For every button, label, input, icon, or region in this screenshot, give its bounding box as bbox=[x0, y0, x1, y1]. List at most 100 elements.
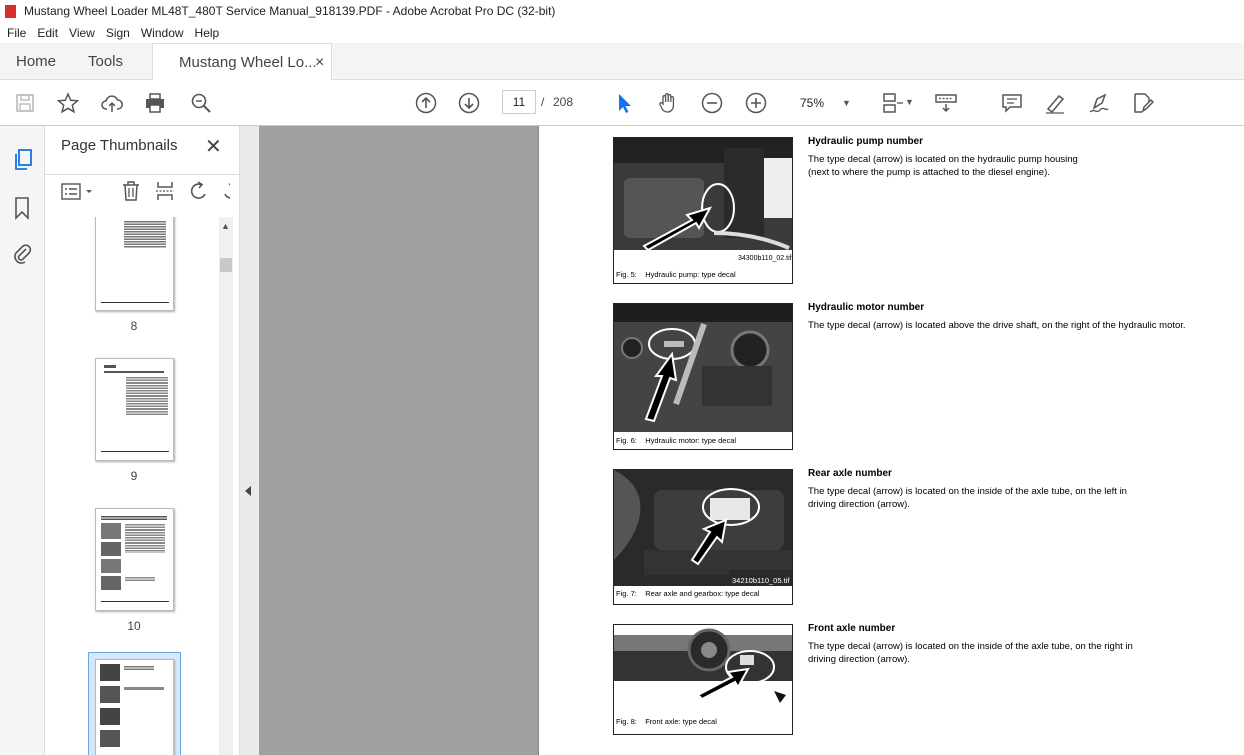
page-display-button[interactable] bbox=[880, 91, 904, 115]
figure-caption: Fig. 7: Rear axle and gearbox: type deca… bbox=[616, 589, 759, 598]
save-button[interactable] bbox=[13, 91, 37, 115]
pdf-page: 34300b110_02.tif Fig. 5: Hydraulic pump:… bbox=[538, 126, 1244, 755]
section-hydraulic-motor: Hydraulic motor number The type decal (a… bbox=[808, 301, 1238, 332]
thumbnail-figure bbox=[100, 664, 120, 681]
bookmark-star-button[interactable] bbox=[56, 91, 80, 115]
delete-pages-button[interactable] bbox=[121, 180, 141, 207]
insert-page-icon bbox=[156, 182, 174, 200]
figure-7: 34210b110_05.tif Fig. 7: Rear axle and g… bbox=[613, 469, 793, 605]
section-heading: Front axle number bbox=[808, 623, 896, 634]
previous-page-button[interactable] bbox=[414, 91, 438, 115]
scrollbar-thumb[interactable] bbox=[220, 258, 232, 272]
page-thumbnails-tool-button[interactable] bbox=[12, 148, 34, 177]
sign-button[interactable] bbox=[1087, 91, 1111, 115]
thumbnail-footer-line bbox=[101, 451, 169, 452]
thumbnail-options-button[interactable] bbox=[61, 182, 95, 207]
zoom-out-button[interactable] bbox=[700, 91, 724, 115]
thumbnail-page[interactable] bbox=[95, 217, 174, 311]
thumbnail-heading bbox=[101, 515, 167, 520]
menu-file[interactable]: File bbox=[0, 26, 30, 40]
arrow-down-circle-icon bbox=[458, 92, 480, 114]
star-icon bbox=[57, 92, 79, 114]
figure-number: Fig. 7: bbox=[616, 589, 637, 598]
options-list-icon bbox=[61, 183, 92, 200]
thumbnail-figure bbox=[100, 730, 120, 747]
hand-tool-button[interactable] bbox=[656, 91, 680, 115]
window-title: Mustang Wheel Loader ML48T_480T Service … bbox=[24, 4, 556, 18]
printer-icon bbox=[146, 93, 164, 113]
arrow-up-circle-icon bbox=[415, 92, 437, 114]
cursor-arrow-icon bbox=[619, 94, 631, 113]
tab-home[interactable]: Home bbox=[16, 43, 56, 80]
collapse-panel-icon[interactable] bbox=[245, 486, 251, 496]
thumbnail-heading bbox=[104, 371, 164, 373]
thumbnail-selection[interactable] bbox=[88, 652, 181, 755]
title-bar: Mustang Wheel Loader ML48T_480T Service … bbox=[0, 0, 1244, 22]
figure-caption-text: Front axle: type decal bbox=[645, 717, 717, 726]
thumbnails-scrollbar[interactable]: ▲ bbox=[219, 217, 233, 755]
edit-document-icon bbox=[1134, 93, 1154, 113]
page-separator: / bbox=[541, 95, 545, 109]
comment-button[interactable] bbox=[1000, 91, 1024, 115]
section-heading: Rear axle number bbox=[808, 468, 892, 479]
section-text-line: The type decal (arrow) is located on the… bbox=[808, 485, 1127, 497]
left-navigation-rail bbox=[0, 126, 45, 755]
menu-help[interactable]: Help bbox=[188, 26, 224, 40]
thumbnail-page[interactable] bbox=[95, 508, 174, 611]
thumbnail-label: 9 bbox=[130, 469, 138, 483]
rotate-clockwise-button[interactable] bbox=[220, 180, 230, 207]
front-axle-photo bbox=[614, 625, 792, 713]
minus-circle-icon bbox=[701, 92, 723, 114]
print-button[interactable] bbox=[143, 91, 167, 115]
menu-sign[interactable]: Sign bbox=[99, 26, 134, 40]
find-button[interactable] bbox=[189, 91, 213, 115]
attachments-tool-button[interactable] bbox=[12, 240, 32, 271]
magnifier-icon bbox=[191, 93, 211, 113]
chevron-down-icon[interactable]: ▼ bbox=[905, 97, 914, 107]
insert-pages-button[interactable] bbox=[154, 180, 176, 207]
figure-number: Fig. 6: bbox=[616, 436, 637, 445]
page-number-input[interactable]: 11 bbox=[502, 90, 536, 114]
toolbar: 75% ▼ ▼ bbox=[0, 80, 1244, 126]
menu-window[interactable]: Window bbox=[134, 26, 188, 40]
section-rear-axle: Rear axle number The type decal (arrow) … bbox=[808, 467, 1238, 512]
tab-tools[interactable]: Tools bbox=[88, 43, 123, 80]
thumbnail-heading bbox=[104, 365, 116, 368]
keyboard-tools-button[interactable] bbox=[934, 91, 958, 115]
menu-bar: File Edit View Sign Window Help bbox=[0, 22, 1244, 43]
tab-document-label: Mustang Wheel Lo... bbox=[179, 54, 317, 71]
rotate-clockwise-icon bbox=[224, 183, 230, 199]
next-page-button[interactable] bbox=[457, 91, 481, 115]
panel-close-button[interactable]: ✕ bbox=[205, 134, 222, 159]
comment-icon bbox=[1002, 94, 1022, 113]
hand-icon bbox=[659, 93, 675, 113]
rotate-pages-button[interactable] bbox=[188, 180, 210, 207]
zoom-dropdown[interactable]: 75% ▼ bbox=[790, 90, 860, 116]
thumbnail-text-block bbox=[126, 376, 168, 416]
zoom-in-button[interactable] bbox=[744, 91, 768, 115]
thumbnail-page[interactable] bbox=[95, 358, 174, 461]
pages-icon bbox=[15, 149, 32, 170]
figure-caption: Fig. 5: Hydraulic pump: type decal bbox=[616, 270, 736, 279]
thumbnail-page[interactable] bbox=[95, 659, 174, 755]
select-tool-button[interactable] bbox=[612, 91, 636, 115]
thumbnail-figure bbox=[101, 523, 121, 539]
panel-splitter[interactable] bbox=[239, 126, 259, 755]
section-front-axle: Front axle number The type decal (arrow)… bbox=[808, 622, 1238, 667]
highlight-button[interactable] bbox=[1043, 91, 1067, 115]
thumbnail-label: 10 bbox=[127, 619, 141, 633]
figure-number: Fig. 5: bbox=[616, 270, 637, 279]
menu-edit[interactable]: Edit bbox=[30, 26, 62, 40]
bookmarks-tool-button[interactable] bbox=[13, 196, 31, 225]
tab-document[interactable]: Mustang Wheel Lo... × bbox=[152, 43, 332, 81]
thumbnail-figure bbox=[100, 686, 120, 703]
upload-button[interactable] bbox=[100, 91, 124, 115]
tab-close-button[interactable]: × bbox=[315, 54, 324, 72]
figure-6: Fig. 6: Hydraulic motor: type decal bbox=[613, 303, 793, 450]
menu-view[interactable]: View bbox=[62, 26, 99, 40]
thumbnail-text-block bbox=[125, 523, 165, 553]
edit-pdf-button[interactable] bbox=[1131, 91, 1155, 115]
trash-icon bbox=[123, 181, 139, 201]
panel-toolbar bbox=[45, 174, 239, 208]
scroll-up-icon[interactable]: ▲ bbox=[221, 221, 230, 231]
